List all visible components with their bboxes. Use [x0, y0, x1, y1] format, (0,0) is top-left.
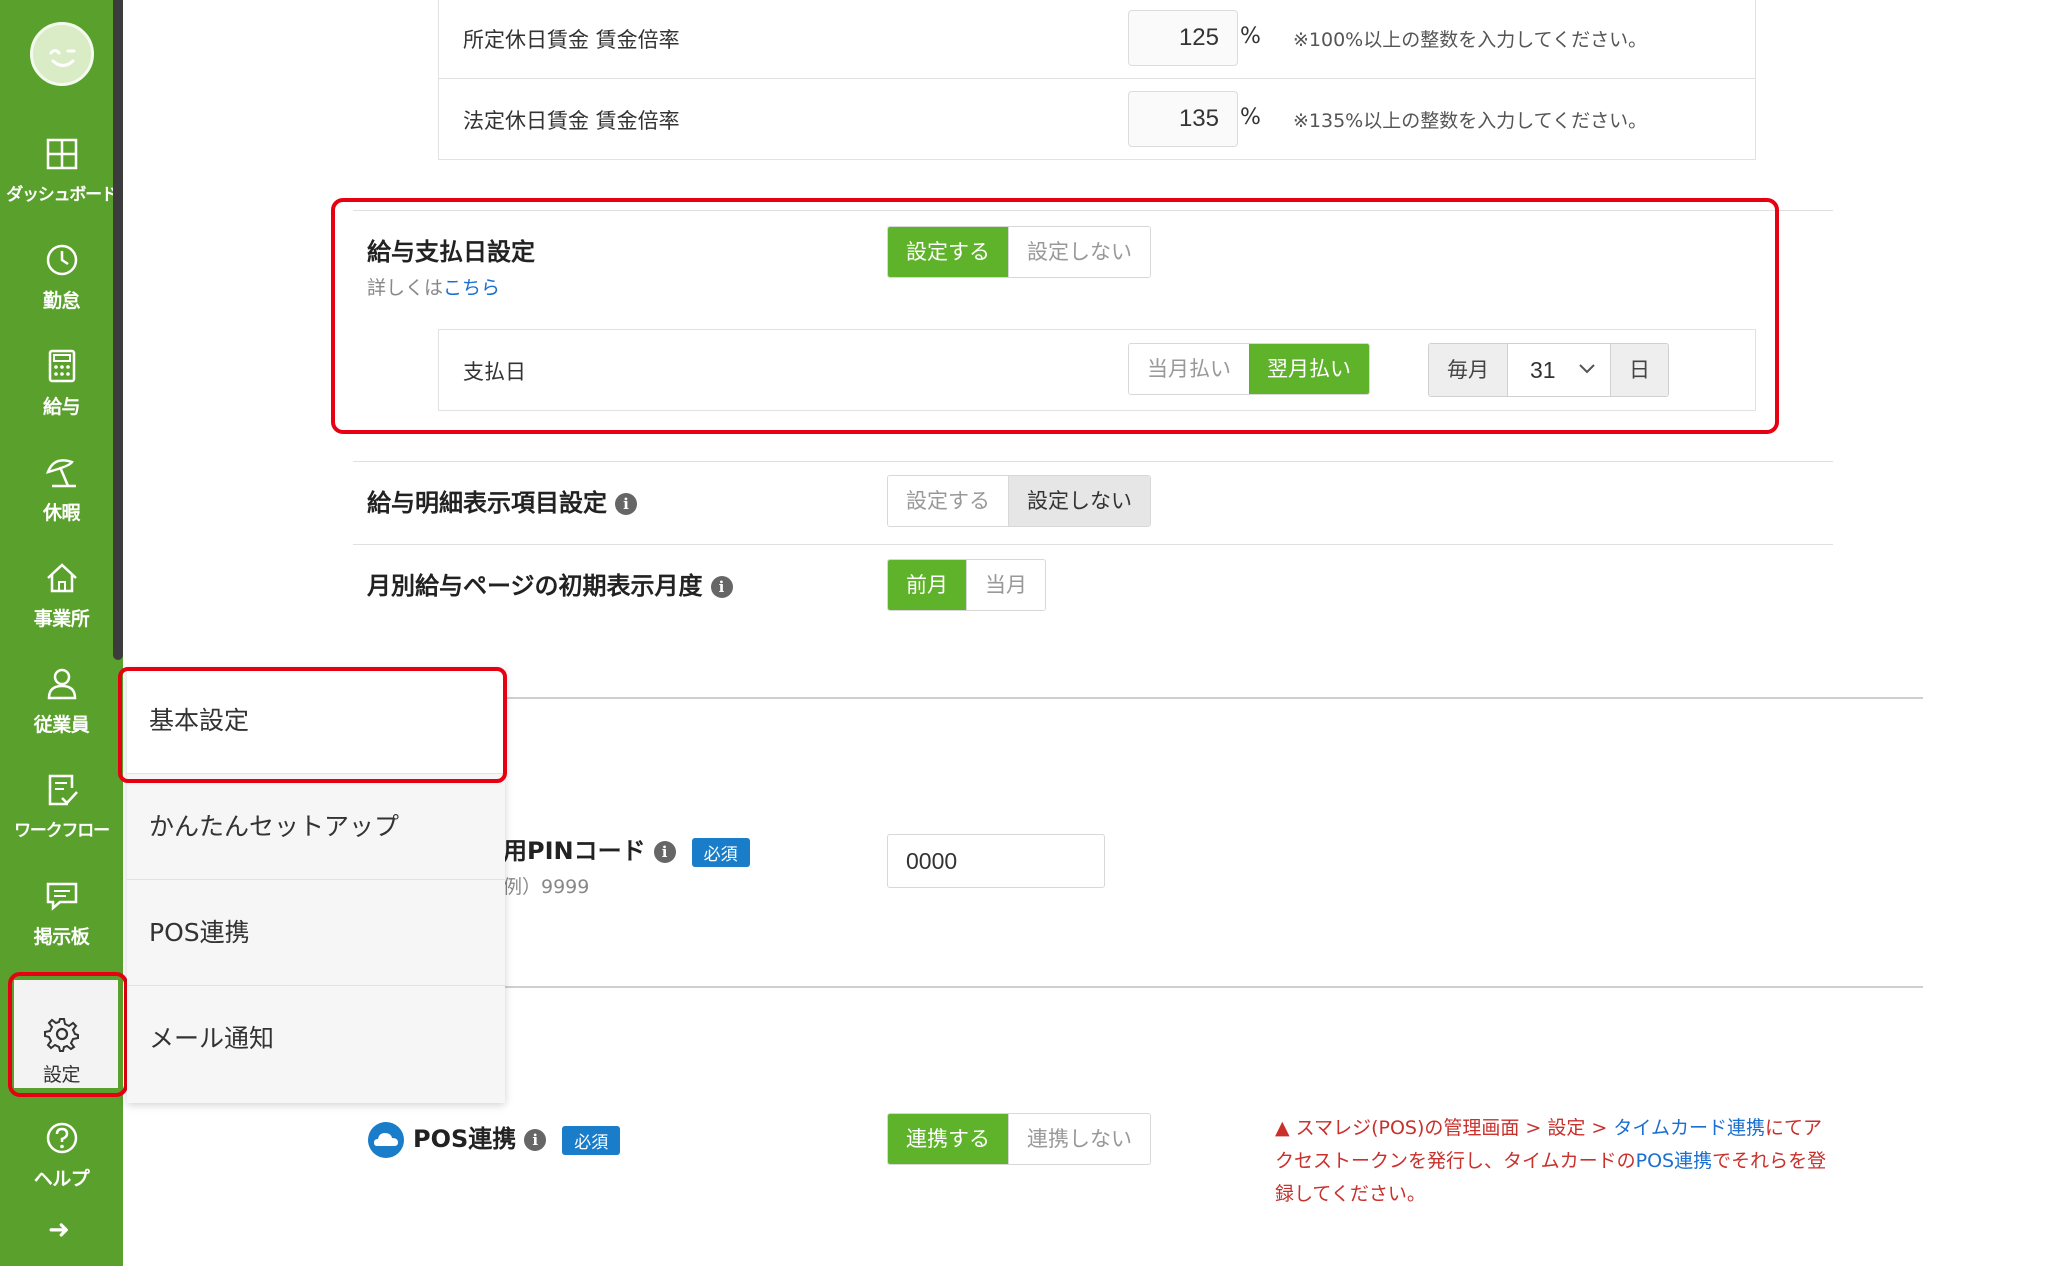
sidebar-item-label: 掲示板	[33, 926, 90, 948]
divider	[439, 78, 1755, 79]
menu-item-pos-link[interactable]: POS連携	[127, 880, 505, 986]
section-divider	[353, 697, 1923, 699]
sidebar-item-label: ワークフロー	[14, 821, 110, 841]
payslip-display-title: 給与明細表示項目設定 i	[367, 483, 637, 518]
holiday-rate-label: 所定休日賃金 賃金倍率	[463, 28, 680, 52]
avatar[interactable]	[30, 22, 94, 86]
help-icon	[46, 1122, 78, 1154]
required-badge: 必須	[691, 837, 750, 867]
payslip-display-toggle: 設定する 設定しない	[887, 475, 1151, 527]
basic-settings-highlight-box	[118, 667, 507, 783]
pos-link-off-button[interactable]: 連携しない	[1008, 1114, 1150, 1164]
pos-link-toggle: 連携する 連携しない	[887, 1113, 1151, 1165]
workflow-icon	[48, 774, 78, 806]
sidebar-item-label: 従業員	[33, 714, 90, 736]
pin-code-example: 例）9999	[503, 876, 590, 898]
sidebar-item-label: 給与	[42, 396, 81, 418]
dashboard-icon	[46, 138, 78, 170]
pin-code-input[interactable]: 0000	[887, 834, 1105, 888]
sidebar-item-workflow[interactable]: ワークフロー	[0, 766, 123, 866]
legal-holiday-rate-label: 法定休日賃金 賃金倍率	[463, 109, 680, 133]
warning-icon: ▲	[1275, 1117, 1296, 1139]
beach-umbrella-icon	[45, 459, 76, 488]
sidebar-scrollbar[interactable]	[113, 0, 123, 660]
pos-link-on-button[interactable]: 連携する	[888, 1114, 1008, 1164]
sidebar-item-payroll[interactable]: 給与	[0, 342, 123, 442]
sidebar-item-office[interactable]: 事業所	[0, 554, 123, 654]
person-icon	[47, 668, 77, 700]
payslip-display-off-button[interactable]: 設定しない	[1008, 476, 1150, 526]
clock-icon	[46, 244, 78, 276]
divider	[353, 544, 1833, 545]
expand-arrow-icon[interactable]: ➜	[48, 1215, 70, 1245]
percent-unit: %	[1240, 105, 1261, 130]
divider	[353, 461, 1833, 462]
menu-item-easy-setup[interactable]: かんたんセットアップ	[127, 774, 505, 880]
timecard-link[interactable]: タイムカード連携	[1613, 1117, 1765, 1139]
home-icon	[47, 563, 77, 593]
info-icon[interactable]: i	[524, 1129, 547, 1151]
info-icon[interactable]: i	[653, 841, 676, 863]
smiley-icon	[49, 49, 76, 67]
pin-code-title: 用PINコード i 必須	[503, 831, 750, 867]
sidebar-item-attendance[interactable]: 勤怠	[0, 236, 123, 336]
menu-item-email-notification[interactable]: メール通知	[127, 986, 505, 1092]
pos-cloud-icon	[368, 1122, 404, 1158]
sidebar-item-employees[interactable]: 従業員	[0, 660, 123, 760]
required-badge: 必須	[562, 1125, 621, 1155]
monthly-initial-toggle: 前月 当月	[887, 559, 1046, 611]
pos-link-title: POS連携 i 必須	[367, 1119, 621, 1159]
settings-highlight-box	[8, 972, 128, 1097]
monthly-initial-title: 月別給与ページの初期表示月度 i	[367, 566, 733, 601]
legal-holiday-rate-note: ※135%以上の整数を入力してください。	[1293, 110, 1648, 132]
percent-unit: %	[1240, 24, 1261, 49]
payday-highlight-box	[331, 198, 1779, 434]
holiday-rate-input[interactable]: 125	[1128, 10, 1238, 66]
payslip-display-on-button[interactable]: 設定する	[888, 476, 1008, 526]
pos-warning-text: ▲ スマレジ(POS)の管理画面 > 設定 > タイムカード連携にてアクセストー…	[1275, 1117, 1827, 1205]
previous-month-button[interactable]: 前月	[888, 560, 966, 610]
sidebar-item-label: 事業所	[33, 608, 90, 630]
holiday-rate-note: ※100%以上の整数を入力してください。	[1293, 29, 1648, 51]
sidebar-item-label: ヘルプ	[33, 1168, 90, 1190]
info-icon[interactable]: i	[615, 493, 637, 515]
pos-link-link[interactable]: POS連携	[1636, 1150, 1712, 1172]
sidebar-item-label: ダッシュボード	[6, 185, 118, 205]
message-board-icon	[46, 882, 78, 911]
current-month-button[interactable]: 当月	[966, 560, 1045, 610]
sidebar-item-help[interactable]: ヘルプ	[0, 1114, 123, 1214]
calculator-icon	[48, 349, 76, 383]
sidebar-item-leave[interactable]: 休暇	[0, 448, 123, 548]
sidebar-item-label: 休暇	[42, 502, 81, 524]
section-divider	[353, 986, 1923, 988]
sidebar-item-dashboard[interactable]: ダッシュボード	[0, 130, 123, 230]
sidebar-item-bulletin-board[interactable]: 掲示板	[0, 872, 123, 972]
info-icon[interactable]: i	[710, 576, 733, 598]
sidebar: ダッシュボード 勤怠 給与 休暇 事業所 従業員 ワークフロー 掲示板 設定 ヘ…	[0, 0, 128, 1266]
legal-holiday-rate-input[interactable]: 135	[1128, 91, 1238, 147]
sidebar-item-label: 勤怠	[42, 290, 81, 312]
